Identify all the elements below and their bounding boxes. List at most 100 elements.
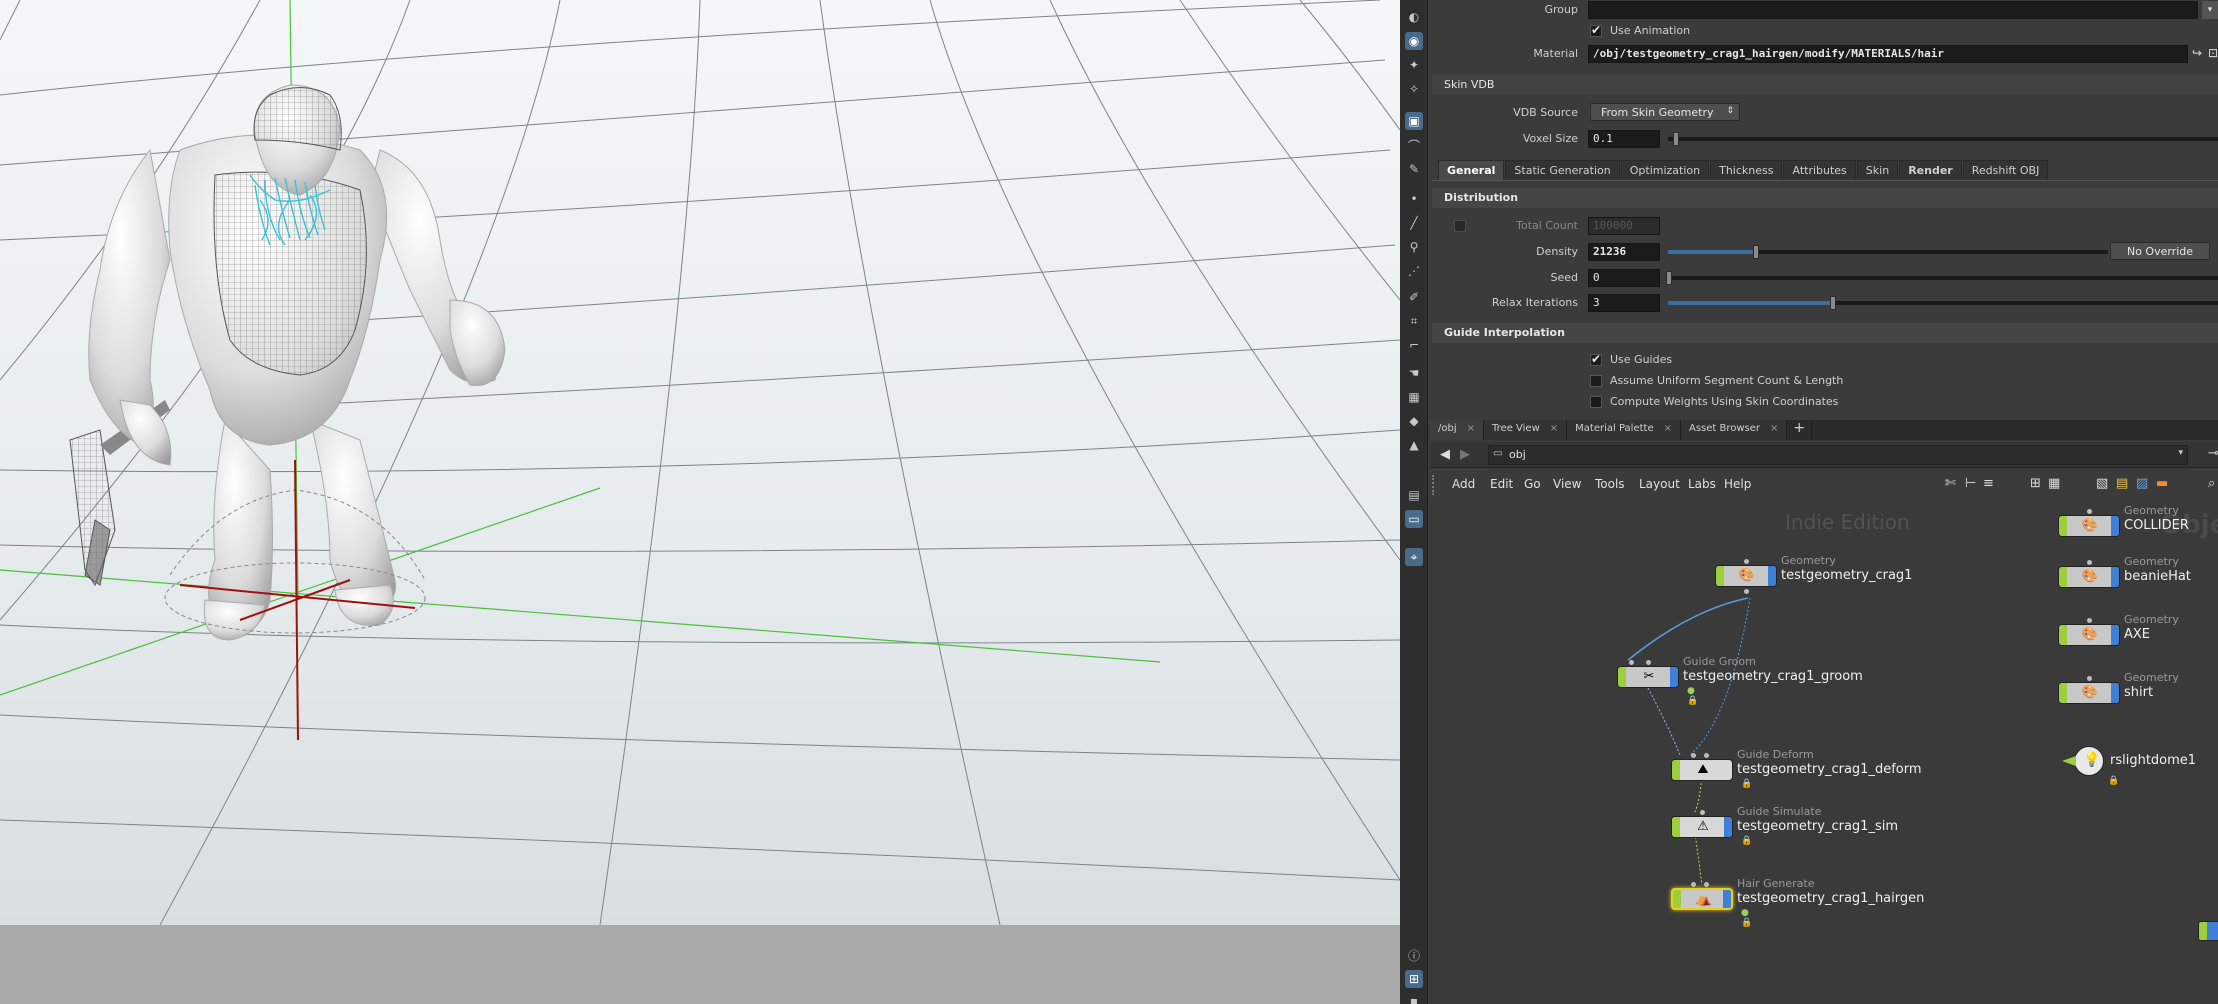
drag-handle[interactable] bbox=[1432, 475, 1436, 495]
density-slider-handle[interactable] bbox=[1753, 245, 1759, 259]
forward-arrow-icon[interactable]: ▶ bbox=[1460, 447, 1470, 462]
tab-asset-browser[interactable]: Asset Browser × bbox=[1680, 420, 1788, 440]
menu-view[interactable]: View bbox=[1553, 477, 1581, 491]
menu-edit[interactable]: Edit bbox=[1490, 477, 1513, 491]
density-field[interactable]: 21236 bbox=[1588, 243, 1660, 261]
display-flag-icon[interactable]: ● 🔒 bbox=[1741, 908, 1752, 928]
node-body[interactable]: ⚠ bbox=[1671, 816, 1733, 838]
node-body[interactable]: ✂ bbox=[1617, 666, 1679, 688]
use-guides-checkbox[interactable] bbox=[1590, 352, 1602, 366]
display-flag-icon[interactable]: ● 🔒 bbox=[1687, 686, 1698, 706]
node-name-label[interactable]: shirt bbox=[2124, 685, 2153, 700]
more-icon[interactable]: ▪ bbox=[1405, 992, 1423, 1004]
no-override-dropdown[interactable]: No Override bbox=[2110, 242, 2210, 260]
menu-add[interactable]: Add bbox=[1452, 477, 1475, 491]
table-view-icon[interactable]: ▦ bbox=[2048, 476, 2060, 491]
scene-viewport[interactable] bbox=[0, 0, 1400, 1004]
node-name-label[interactable]: rslightdome1 bbox=[2110, 753, 2196, 768]
node-body[interactable]: 🎨 bbox=[2058, 682, 2120, 704]
node-body[interactable]: ⛰ bbox=[1671, 759, 1733, 781]
choose-operator-icon[interactable]: ⊡ bbox=[2208, 46, 2218, 60]
relax-iterations-field[interactable]: 3 bbox=[1588, 294, 1660, 312]
total-count-checkbox[interactable] bbox=[1454, 220, 1466, 232]
distribution-header[interactable]: Distribution bbox=[1432, 188, 2218, 208]
skin-vdb-header[interactable]: Skin VDB bbox=[1432, 75, 2218, 95]
lock-icon[interactable]: 🔒 bbox=[1741, 836, 1752, 846]
path-dropdown-icon[interactable]: ▾ bbox=[2178, 448, 2183, 458]
node-name-label[interactable]: testgeometry_crag1_deform bbox=[1737, 762, 1922, 777]
node-name-label[interactable]: COLLIDER bbox=[2124, 518, 2189, 533]
node-name-label[interactable]: beanieHat bbox=[2124, 569, 2191, 584]
box-icon[interactable]: ▬ bbox=[2156, 476, 2168, 491]
node-name-label[interactable]: testgeometry_crag1_hairgen bbox=[1737, 891, 1924, 906]
tab-render[interactable]: Render bbox=[1899, 160, 1962, 180]
search-icon[interactable]: ⌕ bbox=[2208, 476, 2215, 491]
close-icon[interactable]: × bbox=[1664, 423, 1672, 434]
point-icon[interactable]: • bbox=[1405, 190, 1423, 208]
node-body[interactable]: 🎨 bbox=[2058, 624, 2120, 646]
viewport-canvas[interactable] bbox=[0, 0, 1400, 1004]
relax-slider-handle[interactable] bbox=[1830, 296, 1836, 310]
node-name-label[interactable]: testgeometry_crag1_sim bbox=[1737, 819, 1898, 834]
menu-tools[interactable]: Tools bbox=[1595, 477, 1625, 491]
eyedropper-icon[interactable]: ⚲ bbox=[1405, 238, 1423, 256]
tab-obj[interactable]: /obj × bbox=[1430, 420, 1485, 440]
grid-view-icon[interactable]: ⊞ bbox=[2030, 476, 2041, 491]
back-arrow-icon[interactable]: ◀ bbox=[1440, 447, 1450, 462]
voxel-size-slider-handle[interactable] bbox=[1673, 132, 1679, 146]
lock-icon[interactable]: 🔒 bbox=[2108, 776, 2119, 786]
group-dropdown-arrow-icon[interactable]: ▾ bbox=[2202, 1, 2218, 19]
edge-icon[interactable]: ╱ bbox=[1405, 214, 1423, 232]
offscreen-node[interactable] bbox=[2198, 921, 2218, 941]
use-animation-checkbox[interactable] bbox=[1590, 23, 1602, 37]
light-icon[interactable]: ✦ bbox=[1405, 56, 1423, 74]
camera-icon[interactable]: ▣ bbox=[1405, 112, 1423, 130]
vdb-source-dropdown[interactable]: From Skin Geometry ⇕ bbox=[1590, 103, 1740, 121]
tab-skin[interactable]: Skin bbox=[1856, 160, 1899, 180]
material-field[interactable]: /obj/testgeometry_crag1_hairgen/modify/M… bbox=[1588, 45, 2188, 63]
info-icon[interactable]: ⓘ bbox=[1405, 946, 1423, 964]
node-body[interactable]: ⛺ bbox=[1671, 888, 1733, 910]
tab-tree-view[interactable]: Tree View × bbox=[1484, 420, 1568, 440]
close-icon[interactable]: × bbox=[1550, 423, 1558, 434]
tree-icon[interactable]: ⊢ bbox=[1965, 476, 1976, 491]
brush-icon[interactable]: ✐ bbox=[1405, 288, 1423, 306]
background-image-icon[interactable]: ▨ bbox=[2136, 476, 2148, 491]
node-name-label[interactable]: testgeometry_crag1 bbox=[1781, 568, 1912, 583]
stack-icon[interactable]: ▤ bbox=[1405, 486, 1423, 504]
close-icon[interactable]: × bbox=[1770, 423, 1778, 434]
tab-thickness[interactable]: Thickness bbox=[1710, 160, 1783, 180]
network-editor[interactable]: Indie Edition Objec 🎨 Geometry testgeome… bbox=[1430, 500, 2218, 1004]
tab-material-palette[interactable]: Material Palette × bbox=[1567, 420, 1681, 440]
box-icon[interactable]: ▦ bbox=[1405, 388, 1423, 406]
menu-layout[interactable]: Layout bbox=[1639, 477, 1680, 491]
jump-to-operator-icon[interactable]: ↪ bbox=[2192, 46, 2202, 60]
node-body[interactable]: 🎨 bbox=[2058, 566, 2120, 588]
voxel-size-field[interactable]: 0.1 bbox=[1588, 130, 1660, 148]
tab-attributes[interactable]: Attributes bbox=[1783, 160, 1856, 180]
wrench-icon[interactable]: ✄ bbox=[1945, 476, 1956, 491]
add-tab-button[interactable]: + bbox=[1787, 420, 1813, 440]
handle-icon[interactable]: ☚ bbox=[1405, 364, 1423, 382]
measure-icon[interactable]: ⌗ bbox=[1405, 312, 1423, 330]
node-body[interactable]: 🎨 bbox=[1715, 565, 1777, 587]
tab-static-generation[interactable]: Static Generation bbox=[1505, 160, 1620, 180]
menu-help[interactable]: Help bbox=[1724, 477, 1751, 491]
lasso-icon[interactable]: ⌒ bbox=[1405, 136, 1423, 154]
pin-icon[interactable]: ⌖ bbox=[1405, 548, 1423, 566]
list-icon[interactable]: ≡ bbox=[1983, 476, 1994, 491]
image-icon[interactable]: ▧ bbox=[2096, 476, 2108, 491]
guide-interpolation-header[interactable]: Guide Interpolation bbox=[1432, 323, 2218, 343]
menu-go[interactable]: Go bbox=[1524, 477, 1541, 491]
light-point-icon[interactable]: ✧ bbox=[1405, 80, 1423, 98]
snap-icon[interactable]: ⋰ bbox=[1405, 262, 1423, 280]
paint-icon[interactable]: ✎ bbox=[1405, 160, 1423, 178]
seed-slider[interactable] bbox=[1668, 276, 2218, 280]
display-icon[interactable]: ▭ bbox=[1405, 510, 1423, 528]
node-name-label[interactable]: testgeometry_crag1_groom bbox=[1683, 669, 1863, 684]
ruler-icon[interactable]: ⌐ bbox=[1405, 336, 1423, 354]
terrain-icon[interactable]: ▲ bbox=[1405, 436, 1423, 454]
seed-slider-handle[interactable] bbox=[1666, 271, 1672, 285]
pin-pane-icon[interactable]: ⊸ bbox=[2208, 446, 2218, 461]
grid-layout-icon[interactable]: ⊞ bbox=[1405, 970, 1423, 988]
